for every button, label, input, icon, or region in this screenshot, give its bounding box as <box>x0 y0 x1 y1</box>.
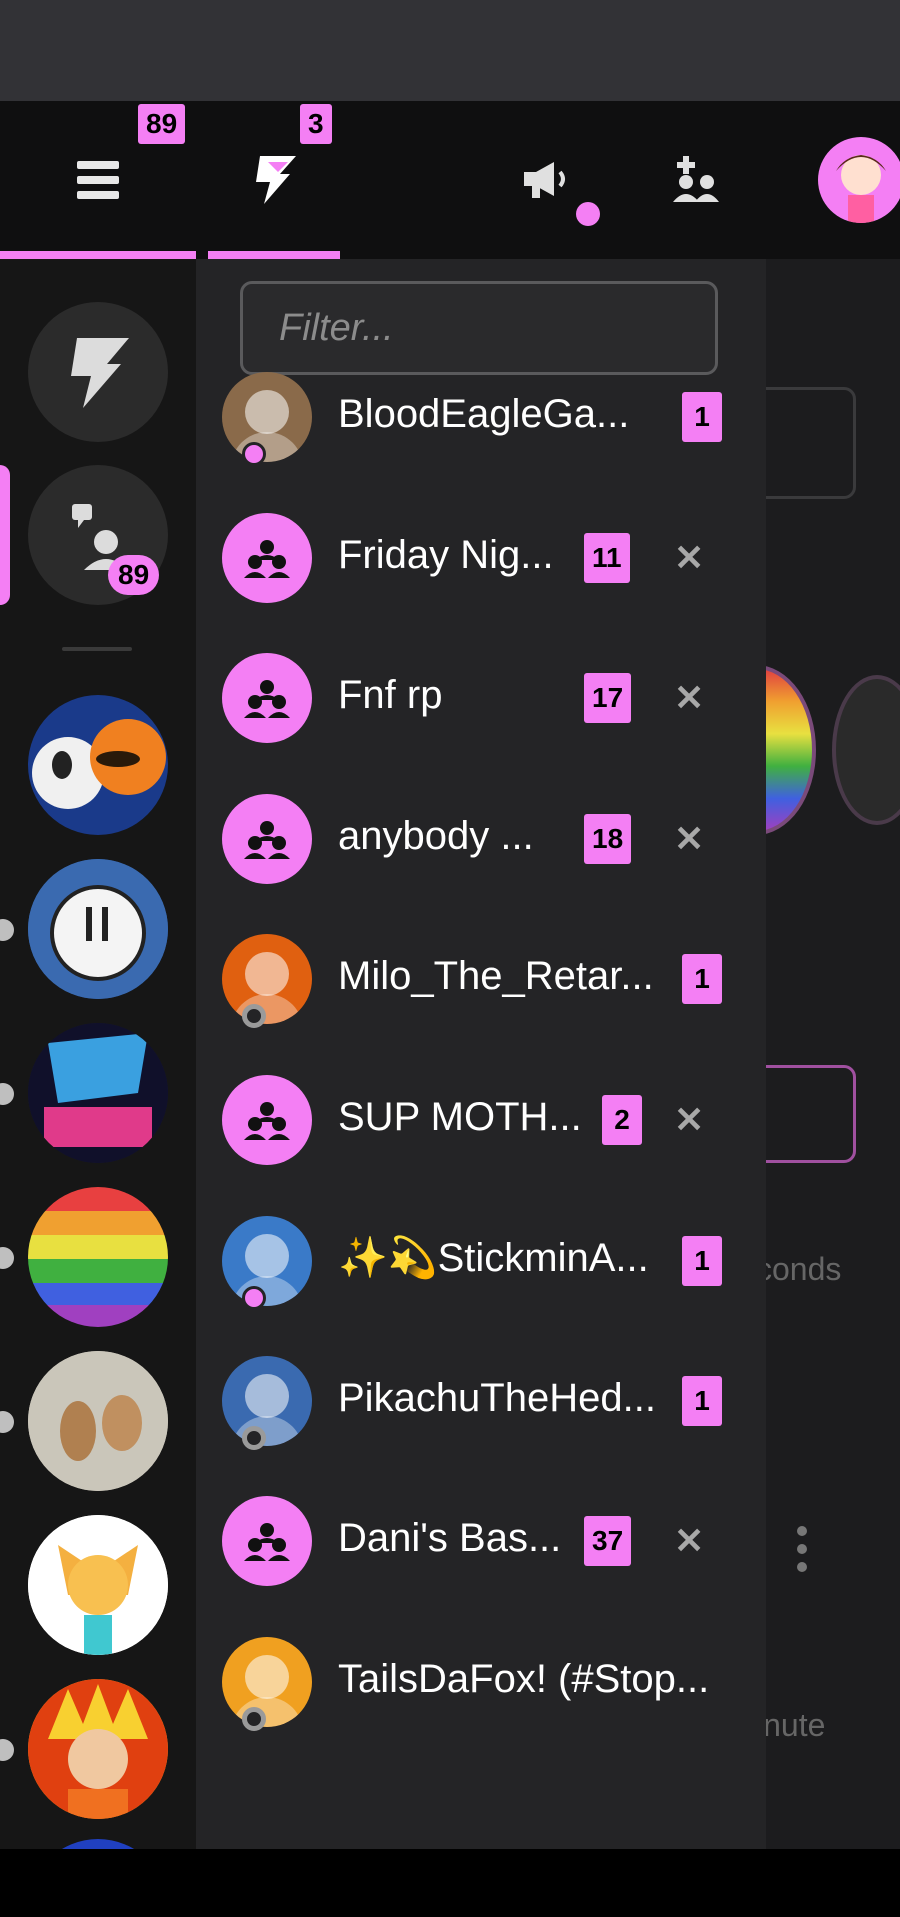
online-status-dot <box>242 1286 266 1310</box>
rail-community-avatar[interactable] <box>28 1679 168 1819</box>
thread-name: Fnf rp <box>338 673 443 717</box>
profile-avatar[interactable] <box>818 137 900 223</box>
close-icon[interactable]: ✕ <box>674 1520 704 1562</box>
rail-divider <box>62 647 132 651</box>
thread-name: PikachuTheHed... <box>338 1376 656 1420</box>
thread-name: Friday Nig... <box>338 533 554 577</box>
notifications-badge: 3 <box>300 104 332 144</box>
close-icon[interactable]: ✕ <box>674 537 704 579</box>
chat-threads-dropdown: Filter... BloodEagleGa... 1 Friday Nig... 1… <box>196 259 766 1849</box>
thread-row[interactable]: BloodEagleGa... 1 <box>196 346 766 486</box>
rail-unread-dot <box>0 1247 14 1269</box>
rail-community-avatar[interactable] <box>28 695 168 835</box>
left-rail: 89 <box>0 259 196 1849</box>
tab-active-indicator <box>0 251 196 259</box>
rail-unread-dot <box>0 1739 14 1761</box>
background-timestamp: inute <box>756 1707 826 1743</box>
thread-row[interactable]: Dani's Bas... 37 ✕ <box>196 1470 766 1610</box>
thread-row[interactable]: Fnf rp 17 ✕ <box>196 627 766 767</box>
background-timestamp: conds <box>756 1251 842 1287</box>
thread-name: SUP MOTH... <box>338 1095 582 1139</box>
thread-name: Milo_The_Retar... <box>338 954 654 998</box>
thread-row[interactable]: TailsDaFox! (#Stop... <box>196 1611 766 1751</box>
unread-count-badge: 37 <box>584 1516 632 1566</box>
rail-community-avatar[interactable] <box>28 1187 168 1327</box>
hamburger-icon <box>77 161 119 199</box>
announcements-unread-dot <box>576 202 600 226</box>
system-nav-bar <box>0 1849 900 1917</box>
offline-status-dot <box>242 1707 266 1731</box>
more-vertical-icon[interactable] <box>796 1525 808 1573</box>
thread-row[interactable]: SUP MOTH... 2 ✕ <box>196 1049 766 1189</box>
user-avatar <box>222 372 312 462</box>
unread-count-badge: 11 <box>584 533 630 583</box>
group-chat-icon <box>222 1496 312 1586</box>
rail-community-avatar[interactable] <box>28 1351 168 1491</box>
rail-community-avatar[interactable] <box>28 1023 168 1163</box>
rail-community-avatar[interactable] <box>28 1839 168 1849</box>
unread-count-badge: 1 <box>682 1376 722 1426</box>
unread-count-badge: 1 <box>682 392 722 442</box>
lightning-icon <box>256 156 296 204</box>
offline-status-dot <box>242 1004 266 1028</box>
background-avatar <box>832 675 900 825</box>
tab-friend-requests[interactable] <box>640 101 750 259</box>
megaphone-icon <box>524 162 565 198</box>
thread-row[interactable]: Milo_The_Retar... 1 <box>196 908 766 1048</box>
status-bar <box>0 0 900 101</box>
thread-name: Dani's Bas... <box>338 1516 562 1560</box>
menu-badge: 89 <box>138 104 186 144</box>
rail-notifications-button[interactable] <box>28 302 168 442</box>
close-icon[interactable]: ✕ <box>674 677 704 719</box>
close-icon[interactable]: ✕ <box>674 1099 704 1141</box>
tab-announcements[interactable] <box>490 101 600 259</box>
unread-count-badge: 18 <box>584 814 632 864</box>
offline-status-dot <box>242 1426 266 1450</box>
unread-count-badge: 1 <box>682 954 722 1004</box>
thread-name: ✨💫StickminA... <box>338 1236 649 1280</box>
add-friend-icon <box>673 156 719 202</box>
thread-row[interactable]: ✨💫StickminA... 1 <box>196 1190 766 1330</box>
user-avatar <box>222 934 312 1024</box>
lightning-icon <box>71 338 129 408</box>
rail-community-avatar[interactable] <box>28 1515 168 1655</box>
tab-active-indicator <box>208 251 340 259</box>
online-status-dot <box>242 442 266 466</box>
thread-name: TailsDaFox! (#Stop... <box>338 1657 710 1701</box>
group-chat-icon <box>222 794 312 884</box>
user-avatar <box>222 1216 312 1306</box>
user-avatar <box>222 1356 312 1446</box>
unread-count-badge: 17 <box>584 673 632 723</box>
thread-name: BloodEagleGa... <box>338 392 630 436</box>
group-chat-icon <box>222 513 312 603</box>
group-chat-icon <box>222 653 312 743</box>
rail-selected-indicator <box>0 465 10 605</box>
rail-chats-badge: 89 <box>108 555 160 595</box>
thread-row[interactable]: PikachuTheHed... 1 <box>196 1330 766 1470</box>
unread-count-badge: 1 <box>682 1236 722 1286</box>
group-chat-icon <box>222 1075 312 1165</box>
rail-unread-dot <box>0 919 14 941</box>
top-nav-bar: 89 3 <box>0 101 900 259</box>
rail-community-avatar[interactable] <box>28 859 168 999</box>
thread-row[interactable]: anybody ... 18 ✕ <box>196 768 766 908</box>
unread-count-badge: 2 <box>602 1095 642 1145</box>
thread-row[interactable]: Friday Nig... 11 ✕ <box>196 487 766 627</box>
rail-unread-dot <box>0 1083 14 1105</box>
user-avatar <box>222 1637 312 1727</box>
thread-name: anybody ... <box>338 814 534 858</box>
close-icon[interactable]: ✕ <box>674 818 704 860</box>
rail-unread-dot <box>0 1411 14 1433</box>
